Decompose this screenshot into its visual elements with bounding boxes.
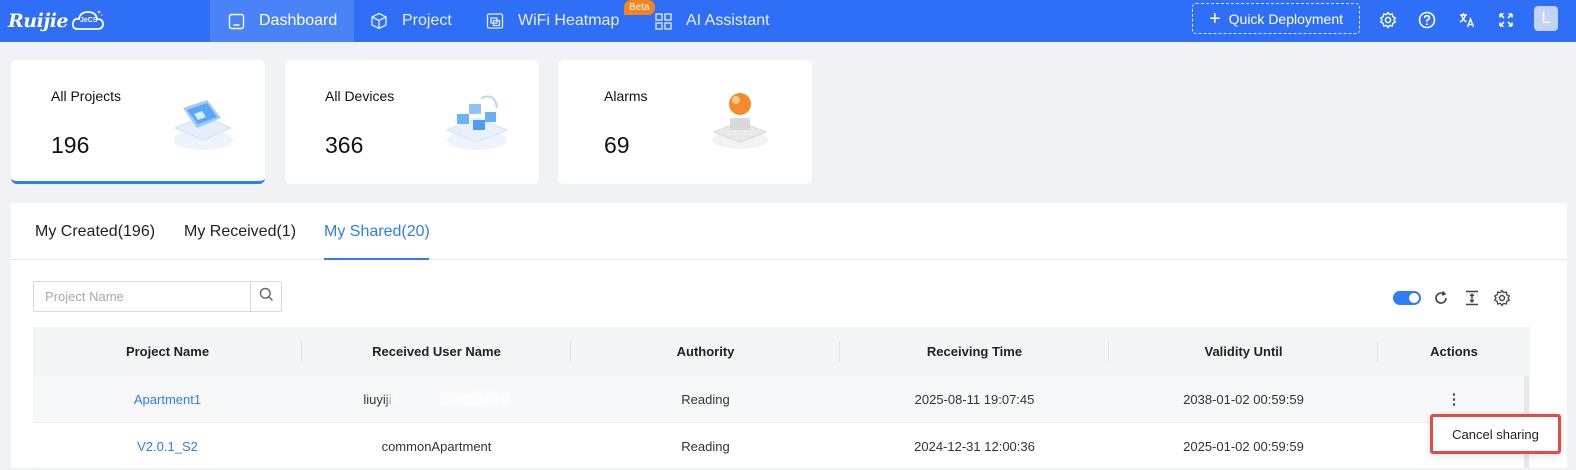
validity-cell: 2025-01-02 00:59:59 bbox=[1183, 438, 1304, 454]
translate-icon[interactable] bbox=[1457, 10, 1477, 30]
cube-icon bbox=[370, 12, 388, 30]
tab-my-shared[interactable]: My Shared(20) bbox=[324, 223, 430, 241]
quick-deployment-button[interactable]: + Quick Deployment bbox=[1192, 3, 1360, 34]
card-label: All Devices bbox=[325, 88, 395, 104]
user-avatar[interactable]: L bbox=[1534, 6, 1558, 31]
help-icon[interactable] bbox=[1417, 10, 1437, 30]
more-actions-icon[interactable]: ⋮ bbox=[1447, 392, 1462, 407]
alarm-illustration-icon bbox=[704, 88, 784, 158]
logo-badge: JeCS bbox=[80, 17, 98, 24]
ruijie-logo[interactable]: Ruijie JeCS bbox=[8, 6, 105, 36]
validity-cell: 2038-01-02 00:59:59 bbox=[1183, 391, 1304, 407]
redacted-text bbox=[387, 392, 510, 406]
receiving-time-cell: 2024-12-31 12:00:36 bbox=[914, 438, 1035, 454]
card-all-projects[interactable]: All Projects 196 bbox=[11, 60, 265, 184]
quick-deployment-label: Quick Deployment bbox=[1228, 10, 1344, 27]
card-value: 69 bbox=[604, 132, 630, 158]
project-name-link[interactable]: V2.0.1_S2 bbox=[33, 423, 302, 469]
projects-panel: My Created(196) My Received(1) My Shared… bbox=[11, 203, 1567, 470]
column-header-authority[interactable]: Authority bbox=[571, 327, 840, 376]
view-toggle-switch[interactable] bbox=[1393, 291, 1421, 305]
home-icon bbox=[227, 12, 245, 30]
active-tab-indicator bbox=[324, 258, 429, 260]
tab-my-received[interactable]: My Received(1) bbox=[184, 223, 296, 241]
heatmap-icon bbox=[486, 12, 504, 30]
search-icon bbox=[259, 287, 274, 307]
nav-ai-assistant[interactable]: AI Assistant bbox=[654, 0, 770, 42]
table-row: V2.0.1_S2 commonApartment Reading 2024-1… bbox=[33, 423, 1530, 470]
cloud-icon: JeCS bbox=[71, 9, 105, 33]
card-value: 366 bbox=[325, 132, 364, 158]
project-name-search-input[interactable] bbox=[34, 282, 250, 311]
column-header-project-name[interactable]: Project Name bbox=[33, 327, 302, 376]
nav-wifi-heatmap[interactable]: WiFi Heatmap bbox=[486, 0, 619, 42]
tab-my-created[interactable]: My Created(196) bbox=[35, 223, 155, 241]
table-row: Apartment1 liuyiji Reading 2025-08-11 19… bbox=[33, 376, 1530, 423]
received-user-cell: commonApartment bbox=[381, 438, 492, 454]
tab-bar: My Created(196) My Received(1) My Shared… bbox=[11, 203, 1567, 260]
card-label: All Projects bbox=[51, 88, 122, 104]
beta-badge: Beta bbox=[624, 0, 655, 15]
project-search bbox=[33, 281, 282, 312]
card-value: 196 bbox=[51, 132, 90, 158]
card-all-devices[interactable]: All Devices 366 bbox=[285, 60, 539, 184]
plus-icon: + bbox=[1208, 7, 1221, 30]
nav-label: WiFi Heatmap bbox=[518, 12, 620, 29]
projects-illustration-icon bbox=[161, 88, 241, 158]
authority-cell: Reading bbox=[681, 391, 730, 407]
settings-icon[interactable] bbox=[1378, 10, 1398, 30]
nav-project[interactable]: Project bbox=[370, 0, 452, 42]
project-name-link[interactable]: Apartment1 bbox=[33, 376, 302, 422]
search-button[interactable] bbox=[250, 282, 281, 311]
cancel-sharing-menu-item[interactable]: Cancel sharing bbox=[1430, 414, 1561, 454]
devices-illustration-icon bbox=[435, 88, 515, 158]
authority-cell: Reading bbox=[681, 438, 730, 454]
nav-dashboard[interactable]: Dashboard bbox=[210, 0, 354, 42]
top-navigation-bar: Ruijie JeCS Dashboard Project WiFi Heatm… bbox=[0, 0, 1576, 42]
grid-icon bbox=[654, 12, 672, 30]
table-header: Project Name Received User Name Authorit… bbox=[33, 327, 1530, 376]
table-settings-icon[interactable] bbox=[1493, 289, 1511, 307]
receiving-time-cell: 2025-08-11 19:07:45 bbox=[914, 391, 1035, 407]
logo-text: Ruijie bbox=[8, 10, 69, 32]
nav-label: Project bbox=[402, 12, 452, 29]
column-header-validity-until[interactable]: Validity Until bbox=[1109, 327, 1378, 376]
fullscreen-icon[interactable] bbox=[1496, 10, 1516, 30]
received-user-cell: liuyiji bbox=[302, 376, 571, 422]
nav-label: Dashboard bbox=[259, 12, 338, 29]
refresh-icon[interactable] bbox=[1432, 289, 1450, 307]
column-header-actions: Actions bbox=[1430, 344, 1478, 359]
column-header-received-user[interactable]: Received User Name bbox=[302, 327, 571, 376]
nav-label: AI Assistant bbox=[686, 12, 770, 29]
card-alarms[interactable]: Alarms 69 bbox=[558, 60, 812, 184]
column-height-icon[interactable] bbox=[1463, 289, 1481, 307]
card-label: Alarms bbox=[604, 88, 648, 104]
column-header-receiving-time[interactable]: Receiving Time bbox=[840, 327, 1109, 376]
